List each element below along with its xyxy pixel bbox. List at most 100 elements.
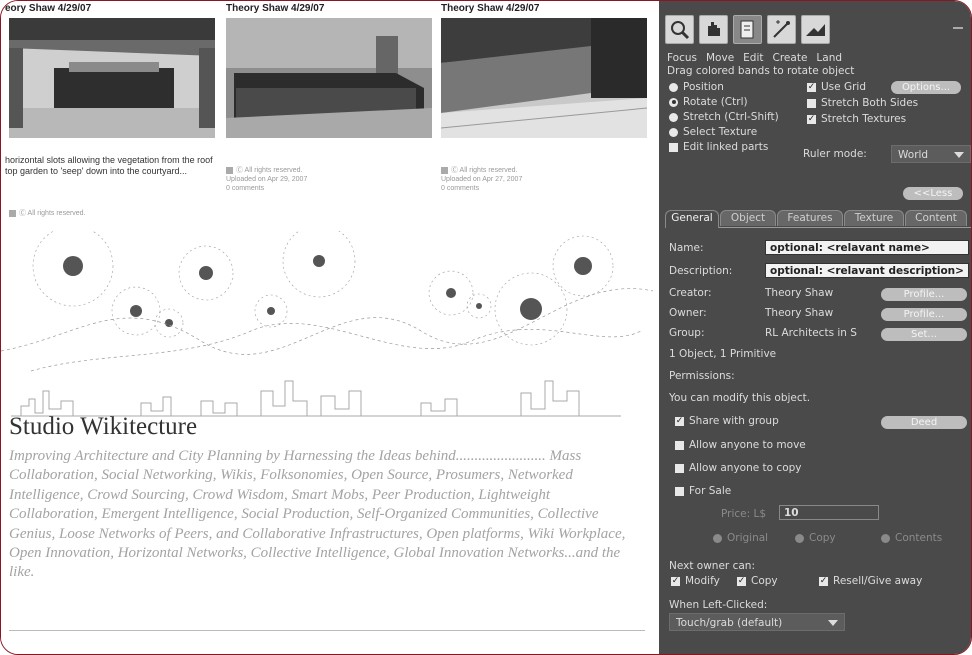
photo-title[interactable]: eory Shaw 4/29/07 xyxy=(5,1,219,17)
photo-title[interactable]: Theory Shaw 4/29/07 xyxy=(441,1,651,17)
mode-position[interactable]: Position xyxy=(669,81,724,93)
when-clicked-label: When Left-Clicked: xyxy=(669,599,768,611)
stretch-textures[interactable]: ✓ Stretch Textures xyxy=(807,113,906,125)
photo-title[interactable]: Theory Shaw 4/29/07 xyxy=(226,1,436,17)
next-owner-modify[interactable]: ✓ Modify xyxy=(671,575,720,587)
stretch-textures-checkbox[interactable]: ✓ xyxy=(807,114,816,124)
edit-linked-parts[interactable]: Edit linked parts xyxy=(669,141,768,153)
land-tool-button[interactable] xyxy=(801,15,830,44)
edit-tool-button[interactable] xyxy=(733,15,762,44)
stretch-both-sides[interactable]: Stretch Both Sides xyxy=(807,97,918,109)
group-set-button[interactable]: Set... xyxy=(881,328,967,341)
photo-thumbnail[interactable] xyxy=(441,18,647,138)
next-owner-resell[interactable]: ✓ Resell/Give away xyxy=(819,575,922,587)
price-input[interactable]: 10 xyxy=(779,505,879,520)
photo-thumbnail[interactable] xyxy=(9,18,215,138)
next-modify-checkbox[interactable]: ✓ xyxy=(671,576,680,586)
license-text: Ⓒ All rights reserved. xyxy=(19,210,86,217)
blog-description: Improving Architecture and City Planning… xyxy=(9,448,626,581)
screenshot-frame: eory Shaw 4/29/07 horizontal slots allow… xyxy=(0,0,972,655)
tool-label-move[interactable]: Move xyxy=(706,52,734,64)
owner-profile-button[interactable]: Profile... xyxy=(881,308,967,321)
license-text: Ⓒ All rights reserved. xyxy=(451,167,518,174)
deed-button[interactable]: Deed xyxy=(881,416,967,429)
radio-stretch[interactable] xyxy=(669,112,678,122)
create-wand-icon xyxy=(773,20,790,38)
sale-original[interactable]: Original xyxy=(713,532,768,544)
radio-position[interactable] xyxy=(669,82,678,92)
use-grid[interactable]: ✓ Use Grid xyxy=(807,81,866,93)
click-action-dropdown[interactable]: Touch/grab (default) xyxy=(669,613,845,631)
edit-linked-checkbox[interactable] xyxy=(669,142,678,152)
photo-card-1: eory Shaw 4/29/07 horizontal slots allow… xyxy=(5,1,219,217)
radio-copy[interactable] xyxy=(795,533,804,543)
radio-rotate[interactable] xyxy=(669,97,678,107)
tab-object[interactable]: Object xyxy=(720,210,776,226)
creator-profile-button[interactable]: Profile... xyxy=(881,288,967,301)
next-owner-copy[interactable]: ✓ Copy xyxy=(737,575,778,587)
tab-content[interactable]: Content xyxy=(905,210,967,226)
comment-count[interactable]: 0 comments xyxy=(226,184,307,193)
focus-tool-button[interactable] xyxy=(665,15,694,44)
stretch-both-checkbox[interactable] xyxy=(807,98,816,108)
allow-move-checkbox[interactable] xyxy=(675,440,684,450)
tool-label-land[interactable]: Land xyxy=(816,52,842,64)
group-value: RL Architects in S xyxy=(765,327,857,339)
header-network-graphic xyxy=(1,224,654,431)
tab-general[interactable]: General xyxy=(665,210,719,228)
mode-rotate[interactable]: Rotate (Ctrl) xyxy=(669,96,748,108)
tool-label-edit[interactable]: Edit xyxy=(743,52,763,64)
mode-stretch[interactable]: Stretch (Ctrl-Shift) xyxy=(669,111,779,123)
radio-original[interactable] xyxy=(713,533,722,543)
next-owner-label: Next owner can: xyxy=(669,560,755,572)
mode-select-texture[interactable]: Select Texture xyxy=(669,126,757,138)
group-label: Group: xyxy=(669,327,705,339)
share-with-group[interactable]: ✓ Share with group xyxy=(675,415,779,427)
name-input[interactable]: optional: <relavant name> xyxy=(765,240,969,255)
can-modify-text: You can modify this object. xyxy=(669,392,811,404)
less-button[interactable]: <<Less xyxy=(903,187,963,200)
owner-value: Theory Shaw xyxy=(765,307,834,319)
allow-copy-checkbox[interactable] xyxy=(675,463,684,473)
share-group-checkbox[interactable]: ✓ xyxy=(675,416,684,426)
license-icon xyxy=(9,209,16,217)
next-copy-checkbox[interactable]: ✓ xyxy=(737,576,746,586)
radio-contents[interactable] xyxy=(881,533,890,543)
photo-meta: Ⓒ All rights reserved. Uploaded on Apr 2… xyxy=(226,166,307,193)
chevron-down-icon xyxy=(828,620,838,626)
focus-icon xyxy=(671,21,690,40)
chevron-down-icon xyxy=(954,152,964,158)
radio-select-texture[interactable] xyxy=(669,127,678,137)
sale-copy[interactable]: Copy xyxy=(795,532,836,544)
ruler-mode-dropdown[interactable]: World xyxy=(891,145,971,163)
minimize-icon[interactable] xyxy=(953,27,963,29)
description-input[interactable]: optional: <relavant description> xyxy=(765,263,969,278)
tool-label-focus[interactable]: Focus xyxy=(667,52,697,64)
use-grid-checkbox[interactable]: ✓ xyxy=(807,82,816,92)
tab-features[interactable]: Features xyxy=(777,210,843,226)
ruler-mode-label: Ruler mode: xyxy=(803,148,867,160)
move-tool-button[interactable] xyxy=(699,15,728,44)
for-sale[interactable]: For Sale xyxy=(675,485,731,497)
tab-bar: General Object Features Texture Content xyxy=(665,210,971,228)
land-icon xyxy=(806,24,825,36)
description-label: Description: xyxy=(669,265,733,277)
tool-label-create[interactable]: Create xyxy=(773,52,808,64)
tab-texture[interactable]: Texture xyxy=(844,210,904,226)
sale-contents[interactable]: Contents xyxy=(881,532,942,544)
web-page: eory Shaw 4/29/07 horizontal slots allow… xyxy=(1,1,654,654)
license-icon xyxy=(441,166,448,174)
create-tool-button[interactable] xyxy=(767,15,796,44)
comment-count[interactable]: 0 comments xyxy=(441,184,522,193)
allow-anyone-move[interactable]: Allow anyone to move xyxy=(675,439,806,451)
license-text: Ⓒ All rights reserved. xyxy=(236,167,303,174)
blog-title[interactable]: Studio Wikitecture xyxy=(9,413,197,441)
options-button[interactable]: Options... xyxy=(891,81,961,94)
owner-label: Owner: xyxy=(669,307,707,319)
photo-thumbnail[interactable] xyxy=(226,18,432,138)
next-resell-checkbox[interactable]: ✓ xyxy=(819,576,828,586)
divider xyxy=(9,630,645,631)
creator-label: Creator: xyxy=(669,287,712,299)
for-sale-checkbox[interactable] xyxy=(675,486,684,496)
allow-anyone-copy[interactable]: Allow anyone to copy xyxy=(675,462,802,474)
